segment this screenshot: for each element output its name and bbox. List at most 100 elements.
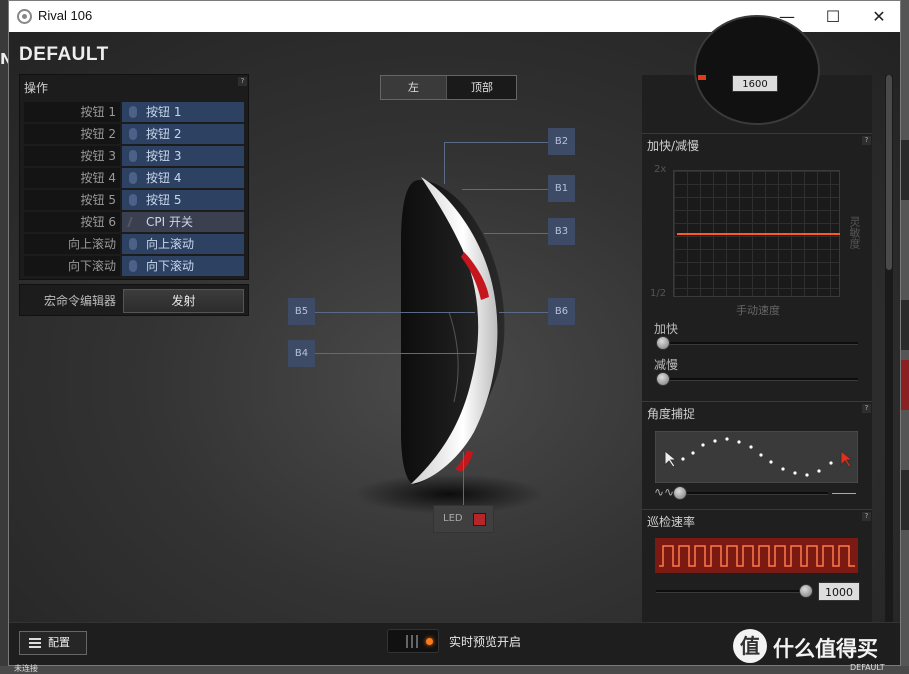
accel-label: 加快	[654, 322, 679, 336]
button-tag-b1[interactable]: B1	[548, 175, 575, 202]
maximize-button[interactable]: ☐	[810, 1, 856, 32]
cpi-value[interactable]: 1600	[732, 75, 778, 92]
view-tabs: 左 顶部	[380, 75, 517, 100]
button-label: 按钮 3	[24, 146, 120, 166]
polling-rate-slider-knob[interactable]	[799, 584, 813, 598]
angle-snap-slider[interactable]	[680, 492, 828, 495]
angle-snap-title: 角度捕捉	[647, 407, 696, 421]
button-row: 按钮 6 CPI 开关	[24, 212, 244, 232]
button-binding-select[interactable]: 按钮 5	[122, 190, 244, 210]
button-row: 按钮 4 按钮 4	[24, 168, 244, 188]
bg-fragment	[901, 300, 909, 350]
angle-snap-preview	[655, 431, 858, 483]
mouse-icon	[129, 128, 137, 140]
macro-editor-row: 宏命令编辑器 发射	[19, 284, 249, 316]
background-taskbar: 未连接 DEFAULT	[0, 663, 909, 674]
angle-snap-section: 角度捕捉 ? ∿∿	[642, 401, 872, 509]
button-binding-select[interactable]: 向上滚动	[122, 234, 244, 254]
button-row: 按钮 5 按钮 5	[24, 190, 244, 210]
connector-line	[463, 452, 464, 505]
button-binding-select[interactable]: CPI 开关	[122, 212, 244, 232]
bg-fragment	[901, 140, 909, 200]
polling-rate-slider[interactable]	[656, 590, 806, 593]
bg-fragment	[901, 470, 909, 530]
mouse-icon	[129, 150, 137, 162]
led-control[interactable]: LED	[433, 505, 494, 533]
button-label: 向上滚动	[24, 234, 120, 254]
accel-slider-knob[interactable]	[656, 336, 670, 350]
macro-editor-label: 宏命令编辑器	[43, 294, 116, 308]
connector-line	[444, 142, 445, 184]
help-icon[interactable]: ?	[238, 77, 247, 86]
polling-rate-preview	[655, 538, 858, 573]
button-row: 向下滚动 向下滚动	[24, 256, 244, 276]
button-binding-select[interactable]: 向下滚动	[122, 256, 244, 276]
cpi-dial	[694, 15, 820, 125]
button-tag-b5[interactable]: B5	[288, 298, 315, 325]
button-row: 按钮 1 按钮 1	[24, 102, 244, 122]
accel-y-top: 2x	[654, 164, 667, 175]
live-preview-toggle[interactable]	[387, 629, 439, 653]
decel-slider[interactable]	[662, 378, 858, 381]
scrollbar-thumb[interactable]	[886, 75, 892, 270]
button-binding-select[interactable]: 按钮 4	[122, 168, 244, 188]
connector-line	[484, 233, 548, 234]
polling-rate-section: 巡检速率 ? 1000	[642, 509, 872, 623]
actions-panel: 操作 ? 按钮 1 按钮 1 按钮 2 按钮 2 按钮 3 按钮 3 按钮 4 …	[19, 74, 249, 280]
polling-rate-title: 巡检速率	[647, 515, 696, 529]
settings-panel: 1600 加快/减慢 ? 2x 1/2 灵敏度 手动速度 加快 减慢 角度捕捉 …	[642, 15, 872, 623]
polling-rate-value[interactable]: 1000	[818, 582, 860, 601]
button-tag-b2[interactable]: B2	[548, 128, 575, 155]
tab-top[interactable]: 顶部	[448, 76, 516, 99]
angle-snap-slider-knob[interactable]	[673, 486, 687, 500]
accel-y-bottom: 1/2	[650, 288, 667, 299]
profile-name: DEFAULT	[19, 44, 109, 65]
watermark: 值 什么值得买	[733, 627, 898, 667]
button-label: 按钮 6	[24, 212, 120, 232]
configs-button[interactable]: 配置	[19, 631, 87, 655]
led-color-swatch[interactable]	[473, 513, 486, 526]
button-row: 按钮 2 按钮 2	[24, 124, 244, 144]
main-content: DEFAULT 操作 ? 按钮 1 按钮 1 按钮 2 按钮 2 按钮 3 按钮…	[9, 15, 900, 665]
button-label: 按钮 4	[24, 168, 120, 188]
accel-slider[interactable]	[662, 342, 858, 345]
wave-icon: ∿∿	[654, 485, 675, 499]
help-icon[interactable]: ?	[862, 512, 871, 521]
button-tag-b4[interactable]: B4	[288, 340, 315, 367]
button-tag-b3[interactable]: B3	[548, 218, 575, 245]
app-window: Rival 106 — ☐ ✕ DEFAULT 操作 ? 按钮 1 按钮 1 按…	[8, 0, 901, 666]
accel-y-label: 灵敏度	[848, 216, 861, 249]
watermark-logo-icon: 值	[733, 629, 767, 663]
watermark-text: 什么值得买	[773, 637, 878, 661]
accel-graph	[673, 170, 840, 297]
mouse-icon	[129, 238, 137, 250]
status-text: 未连接	[14, 664, 38, 673]
settings-scrollbar[interactable]	[885, 75, 893, 623]
connector-line	[444, 142, 548, 143]
acceleration-section: 加快/减慢 ? 2x 1/2 灵敏度 手动速度 加快 减慢	[642, 133, 872, 401]
mouse-icon	[129, 106, 137, 118]
background-app-strip	[901, 0, 909, 674]
help-icon[interactable]: ?	[862, 136, 871, 145]
launch-button[interactable]: 发射	[123, 289, 244, 313]
button-label: 按钮 5	[24, 190, 120, 210]
cpi-indicator	[698, 75, 706, 80]
connector-line	[315, 353, 475, 354]
status-dot-icon	[426, 638, 433, 645]
button-tag-b6[interactable]: B6	[548, 298, 575, 325]
list-icon	[29, 638, 41, 648]
steelseries-logo-icon	[17, 9, 32, 24]
button-binding-select[interactable]: 按钮 2	[122, 124, 244, 144]
help-icon[interactable]: ?	[862, 404, 871, 413]
button-binding-select[interactable]: 按钮 1	[122, 102, 244, 122]
tab-left[interactable]: 左	[381, 76, 447, 99]
button-label: 按钮 2	[24, 124, 120, 144]
close-button[interactable]: ✕	[856, 1, 900, 32]
mouse-icon	[129, 260, 137, 272]
decel-slider-knob[interactable]	[656, 372, 670, 386]
button-label: 按钮 1	[24, 102, 120, 122]
button-binding-select[interactable]: 按钮 3	[122, 146, 244, 166]
button-row: 按钮 3 按钮 3	[24, 146, 244, 166]
window-title: Rival 106	[38, 8, 93, 23]
accel-x-label: 手动速度	[736, 304, 780, 317]
